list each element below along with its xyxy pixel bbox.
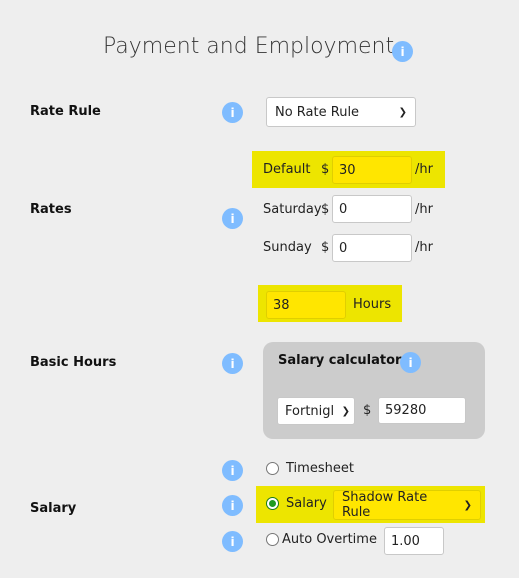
auto-overtime-radio[interactable] [266, 533, 279, 550]
info-icon[interactable]: i [222, 353, 243, 374]
saturday-rate-value: 0 [339, 201, 348, 217]
currency-symbol: $ [321, 202, 330, 217]
chevron-down-icon: ❯ [398, 106, 407, 118]
currency-symbol: $ [363, 403, 372, 418]
period-select[interactable]: Fortnigl ❯ [277, 397, 355, 425]
salary-radio[interactable] [266, 497, 279, 514]
auto-overtime-input[interactable]: 1.00 [384, 527, 444, 555]
timesheet-option-label: Timesheet [286, 461, 354, 476]
saturday-rate-input[interactable]: 0 [332, 195, 412, 223]
rate-unit: /hr [415, 202, 433, 217]
info-icon[interactable]: i [222, 531, 243, 552]
salary-amount-value: 59280 [385, 403, 427, 418]
rate-name: Sunday [263, 240, 312, 255]
timesheet-radio[interactable] [266, 462, 279, 479]
info-icon[interactable]: i [222, 460, 243, 481]
sunday-rate-input[interactable]: 0 [332, 234, 412, 262]
rates-label: Rates [30, 202, 72, 217]
chevron-down-icon: ❯ [463, 499, 472, 511]
basic-hours-value: 38 [273, 297, 290, 313]
info-icon[interactable]: i [392, 41, 413, 62]
default-rate-input[interactable]: 30 [332, 156, 412, 184]
page-title: Payment and Employment [103, 34, 395, 59]
auto-overtime-option-label: Auto Overtime [282, 532, 377, 547]
rate-rule-select[interactable]: No Rate Rule ❯ [266, 97, 416, 127]
hours-unit: Hours [353, 297, 392, 312]
rate-name: Default [263, 162, 311, 177]
salary-option-label: Salary [286, 496, 327, 511]
salary-label: Salary [30, 501, 77, 516]
info-icon[interactable]: i [400, 352, 421, 373]
rate-unit: /hr [415, 240, 433, 255]
salary-amount-input[interactable]: 59280 [378, 397, 466, 424]
info-icon[interactable]: i [222, 208, 243, 229]
info-icon[interactable]: i [222, 102, 243, 123]
rate-rule-value: No Rate Rule [275, 104, 360, 120]
default-rate-value: 30 [339, 162, 356, 178]
auto-overtime-value: 1.00 [391, 533, 420, 549]
salary-calculator-title: Salary calculator [278, 353, 402, 368]
rate-name: Saturday [263, 202, 322, 217]
info-icon[interactable]: i [222, 495, 243, 516]
shadow-rate-rule-select[interactable]: Shadow Rate Rule ❯ [333, 490, 481, 520]
period-value: Fortnigl [285, 403, 335, 419]
currency-symbol: $ [321, 162, 330, 177]
sunday-rate-value: 0 [339, 240, 348, 256]
basic-hours-input[interactable]: 38 [266, 291, 346, 319]
chevron-down-icon: ❯ [341, 405, 350, 417]
basic-hours-label: Basic Hours [30, 355, 117, 370]
currency-symbol: $ [321, 240, 330, 255]
rate-unit: /hr [415, 162, 433, 177]
rate-rule-label: Rate Rule [30, 104, 101, 119]
shadow-rate-rule-value: Shadow Rate Rule [342, 490, 428, 520]
